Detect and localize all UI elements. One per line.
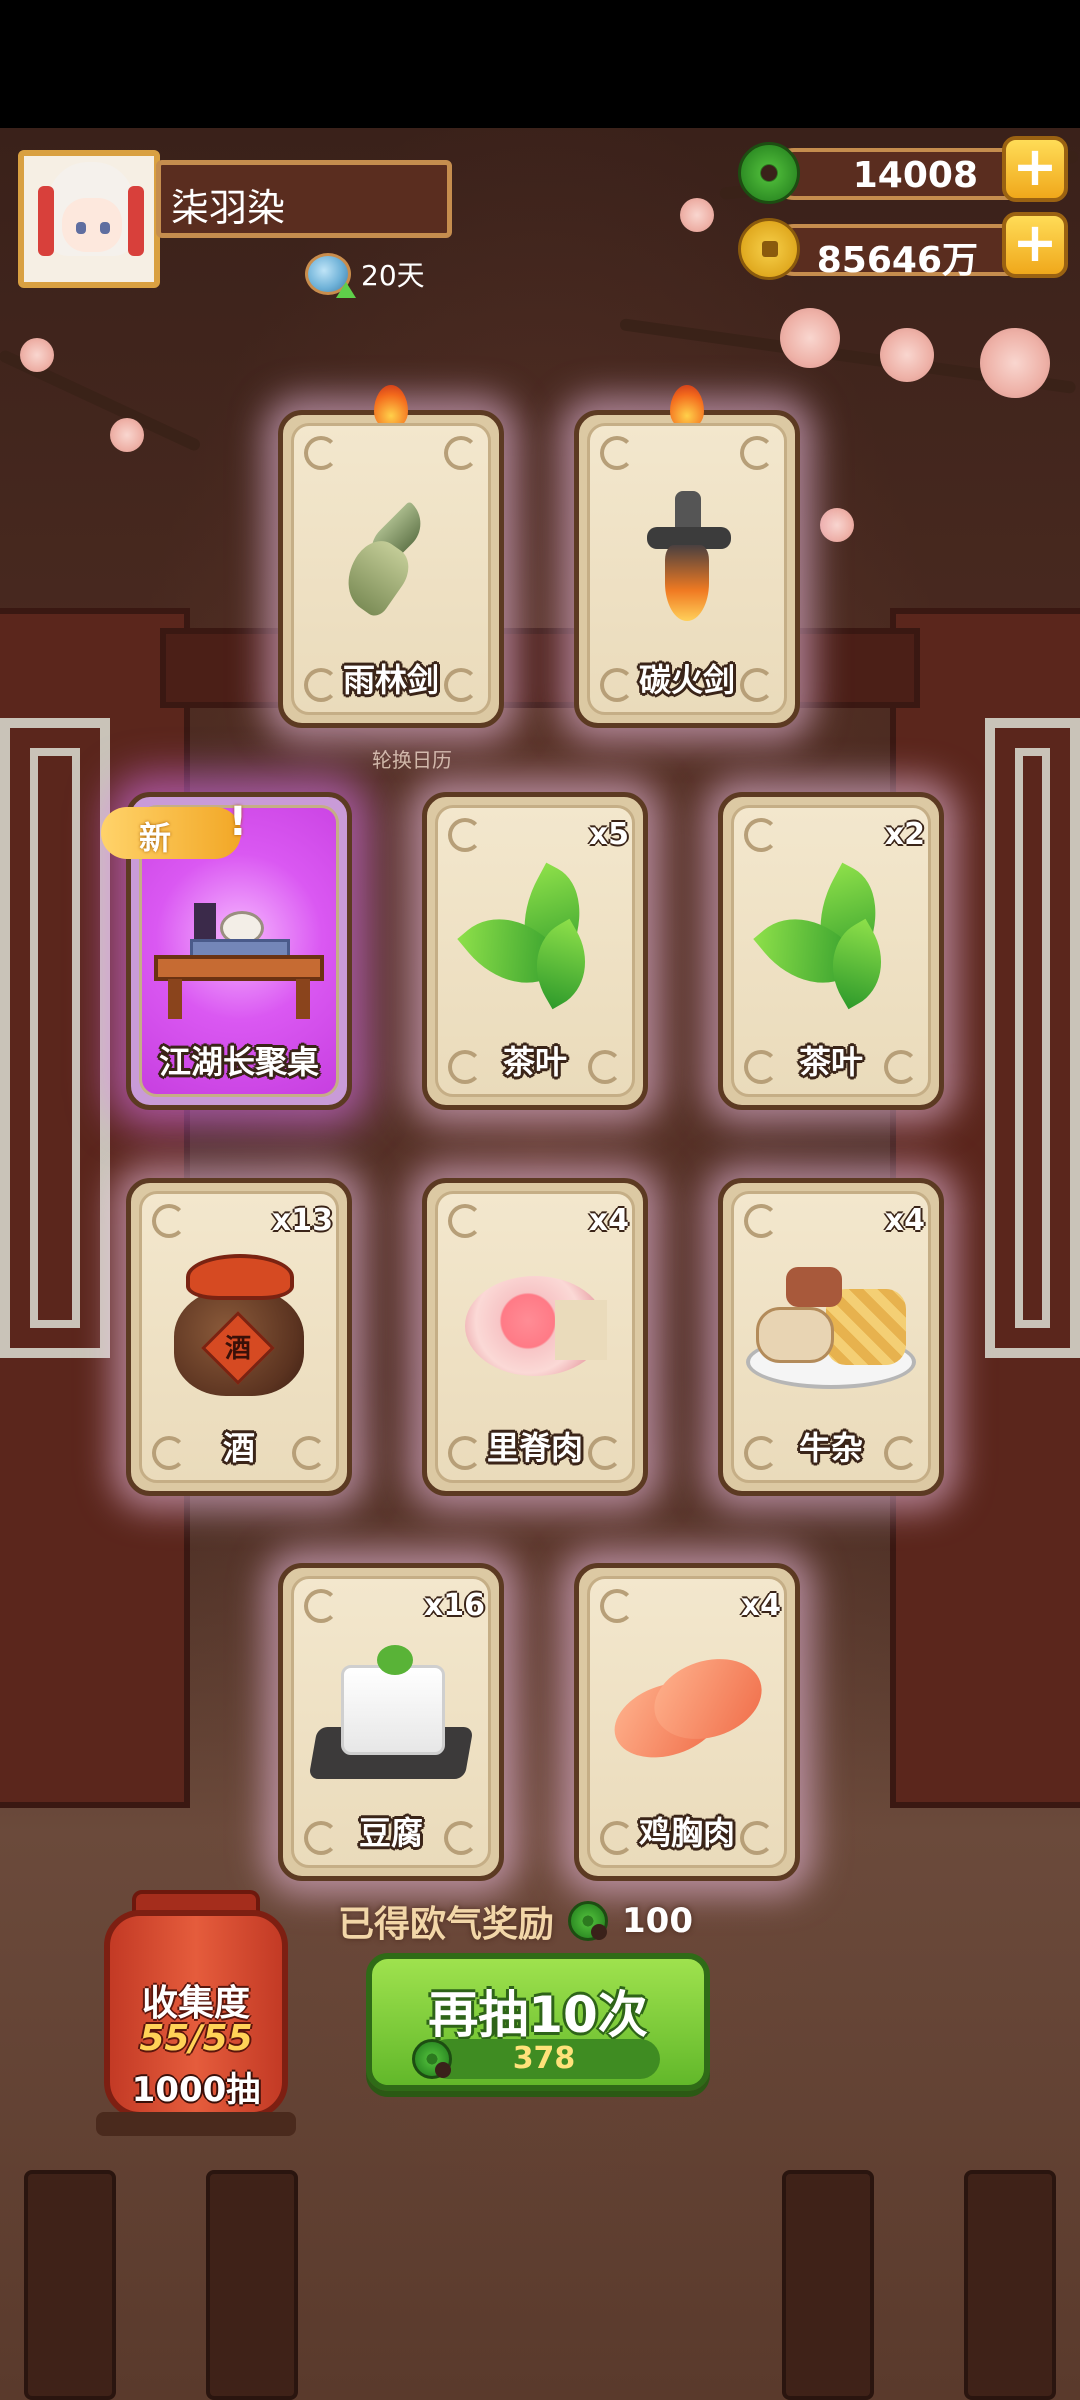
reward-card[interactable]: x4 牛杂 [718,1178,944,1496]
gathering-table-icon [154,903,324,1023]
blossom [820,508,854,542]
blossom [680,198,714,232]
floor-post [206,2170,298,2400]
blossom [980,328,1050,398]
gold-currency: 85646万 + [738,212,1068,281]
reward-card[interactable]: x13 酒 酒 [126,1178,352,1496]
reward-card[interactable]: 新 ! 江湖长聚桌 [101,792,352,1110]
status-bar [0,0,1080,128]
avatar-eye [100,222,110,234]
days-count: 20天 [361,259,425,292]
player-avatar[interactable] [18,150,160,288]
jade-currency: 14008 + [738,136,1068,204]
card-label: 茶叶 [502,1043,567,1081]
reward-card[interactable]: x4 鸡胸肉 [574,1563,800,1881]
top-beam [160,628,920,708]
card-label: 牛杂 [798,1429,863,1467]
card-quantity: x4 [588,1203,629,1238]
luck-reward-amount: 100 [622,1901,693,1941]
floor-post [964,2170,1056,2400]
collection-lantern[interactable]: 收集度 55/55 1000抽 [96,1890,296,2140]
avatar-eye [76,222,86,234]
card-quantity: x4 [884,1203,925,1238]
blossom [110,418,144,452]
luck-reward-label: 已得欧气奖励 [338,1904,555,1945]
card-quantity: x13 [271,1203,333,1238]
avatar-ribbon [38,186,54,256]
card-label: 豆腐 [358,1814,423,1852]
blossom [880,328,934,382]
calendar-label: 轮换日历 [372,748,452,772]
reward-card[interactable]: x5 茶叶 [422,792,648,1110]
rainforest-sword-icon [331,497,451,620]
jade-coin-icon [738,142,800,204]
reward-card[interactable]: 碳火剑 [574,385,800,728]
reward-card[interactable]: x16 豆腐 [278,1563,504,1881]
tea-leaf-icon [753,862,906,1014]
charcoal-fire-sword-icon [627,487,747,627]
exclamation-icon: ! [228,799,247,845]
wine-jar-icon: 酒 [164,1250,314,1400]
card-quantity: x16 [423,1588,485,1623]
luck-reward: 已得欧气奖励 100 [338,1895,738,1947]
reward-card[interactable]: x2 茶叶 [718,792,944,1110]
blossom [20,338,54,372]
draw-cost: 378 [412,2039,660,2079]
card-label: 里脊肉 [486,1429,583,1467]
gold-coin-icon [738,218,800,280]
draw-again-label: 再抽10次 [428,1986,648,2044]
draw-again-button[interactable]: 再抽10次 378 [366,1953,710,2091]
days-indicator: 20天 [305,252,425,298]
card-label: 酒 [222,1429,255,1467]
beef-offal-icon [746,1255,916,1395]
collection-progress: 55/55 [139,2018,253,2059]
tea-leaf-icon [457,862,610,1014]
reward-card[interactable]: x4 里脊肉 [422,1178,648,1496]
blossom [780,308,840,368]
add-gold-button[interactable]: + [1002,212,1068,278]
card-label: 茶叶 [798,1043,863,1081]
floor-post [782,2170,874,2400]
card-label: 鸡胸肉 [638,1814,735,1852]
card-label: 江湖长聚桌 [158,1043,319,1081]
card-quantity: x5 [588,817,629,852]
floor-post [24,2170,116,2400]
left-window-lattice [0,718,110,1358]
jade-coin-icon [412,2039,452,2079]
add-jade-button[interactable]: + [1002,136,1068,202]
chicken-breast-icon [604,1645,773,1770]
avatar-face [62,198,122,252]
card-label: 雨林剑 [342,661,439,699]
avatar-ribbon [128,186,144,256]
jade-coin-icon [568,1901,609,1941]
collection-draws: 1000抽 [131,2070,261,2110]
tenderloin-icon [455,1260,615,1390]
new-badge: 新 ! [101,799,247,859]
player-name: 柒羽染 [156,160,452,238]
tofu-icon [308,1635,474,1785]
card-quantity: x2 [884,817,925,852]
card-quantity: x4 [740,1588,781,1623]
card-label: 碳火剑 [638,661,735,699]
globe-icon [305,253,356,298]
right-window-lattice [985,718,1080,1358]
reward-card[interactable]: 雨林剑 [278,385,504,728]
